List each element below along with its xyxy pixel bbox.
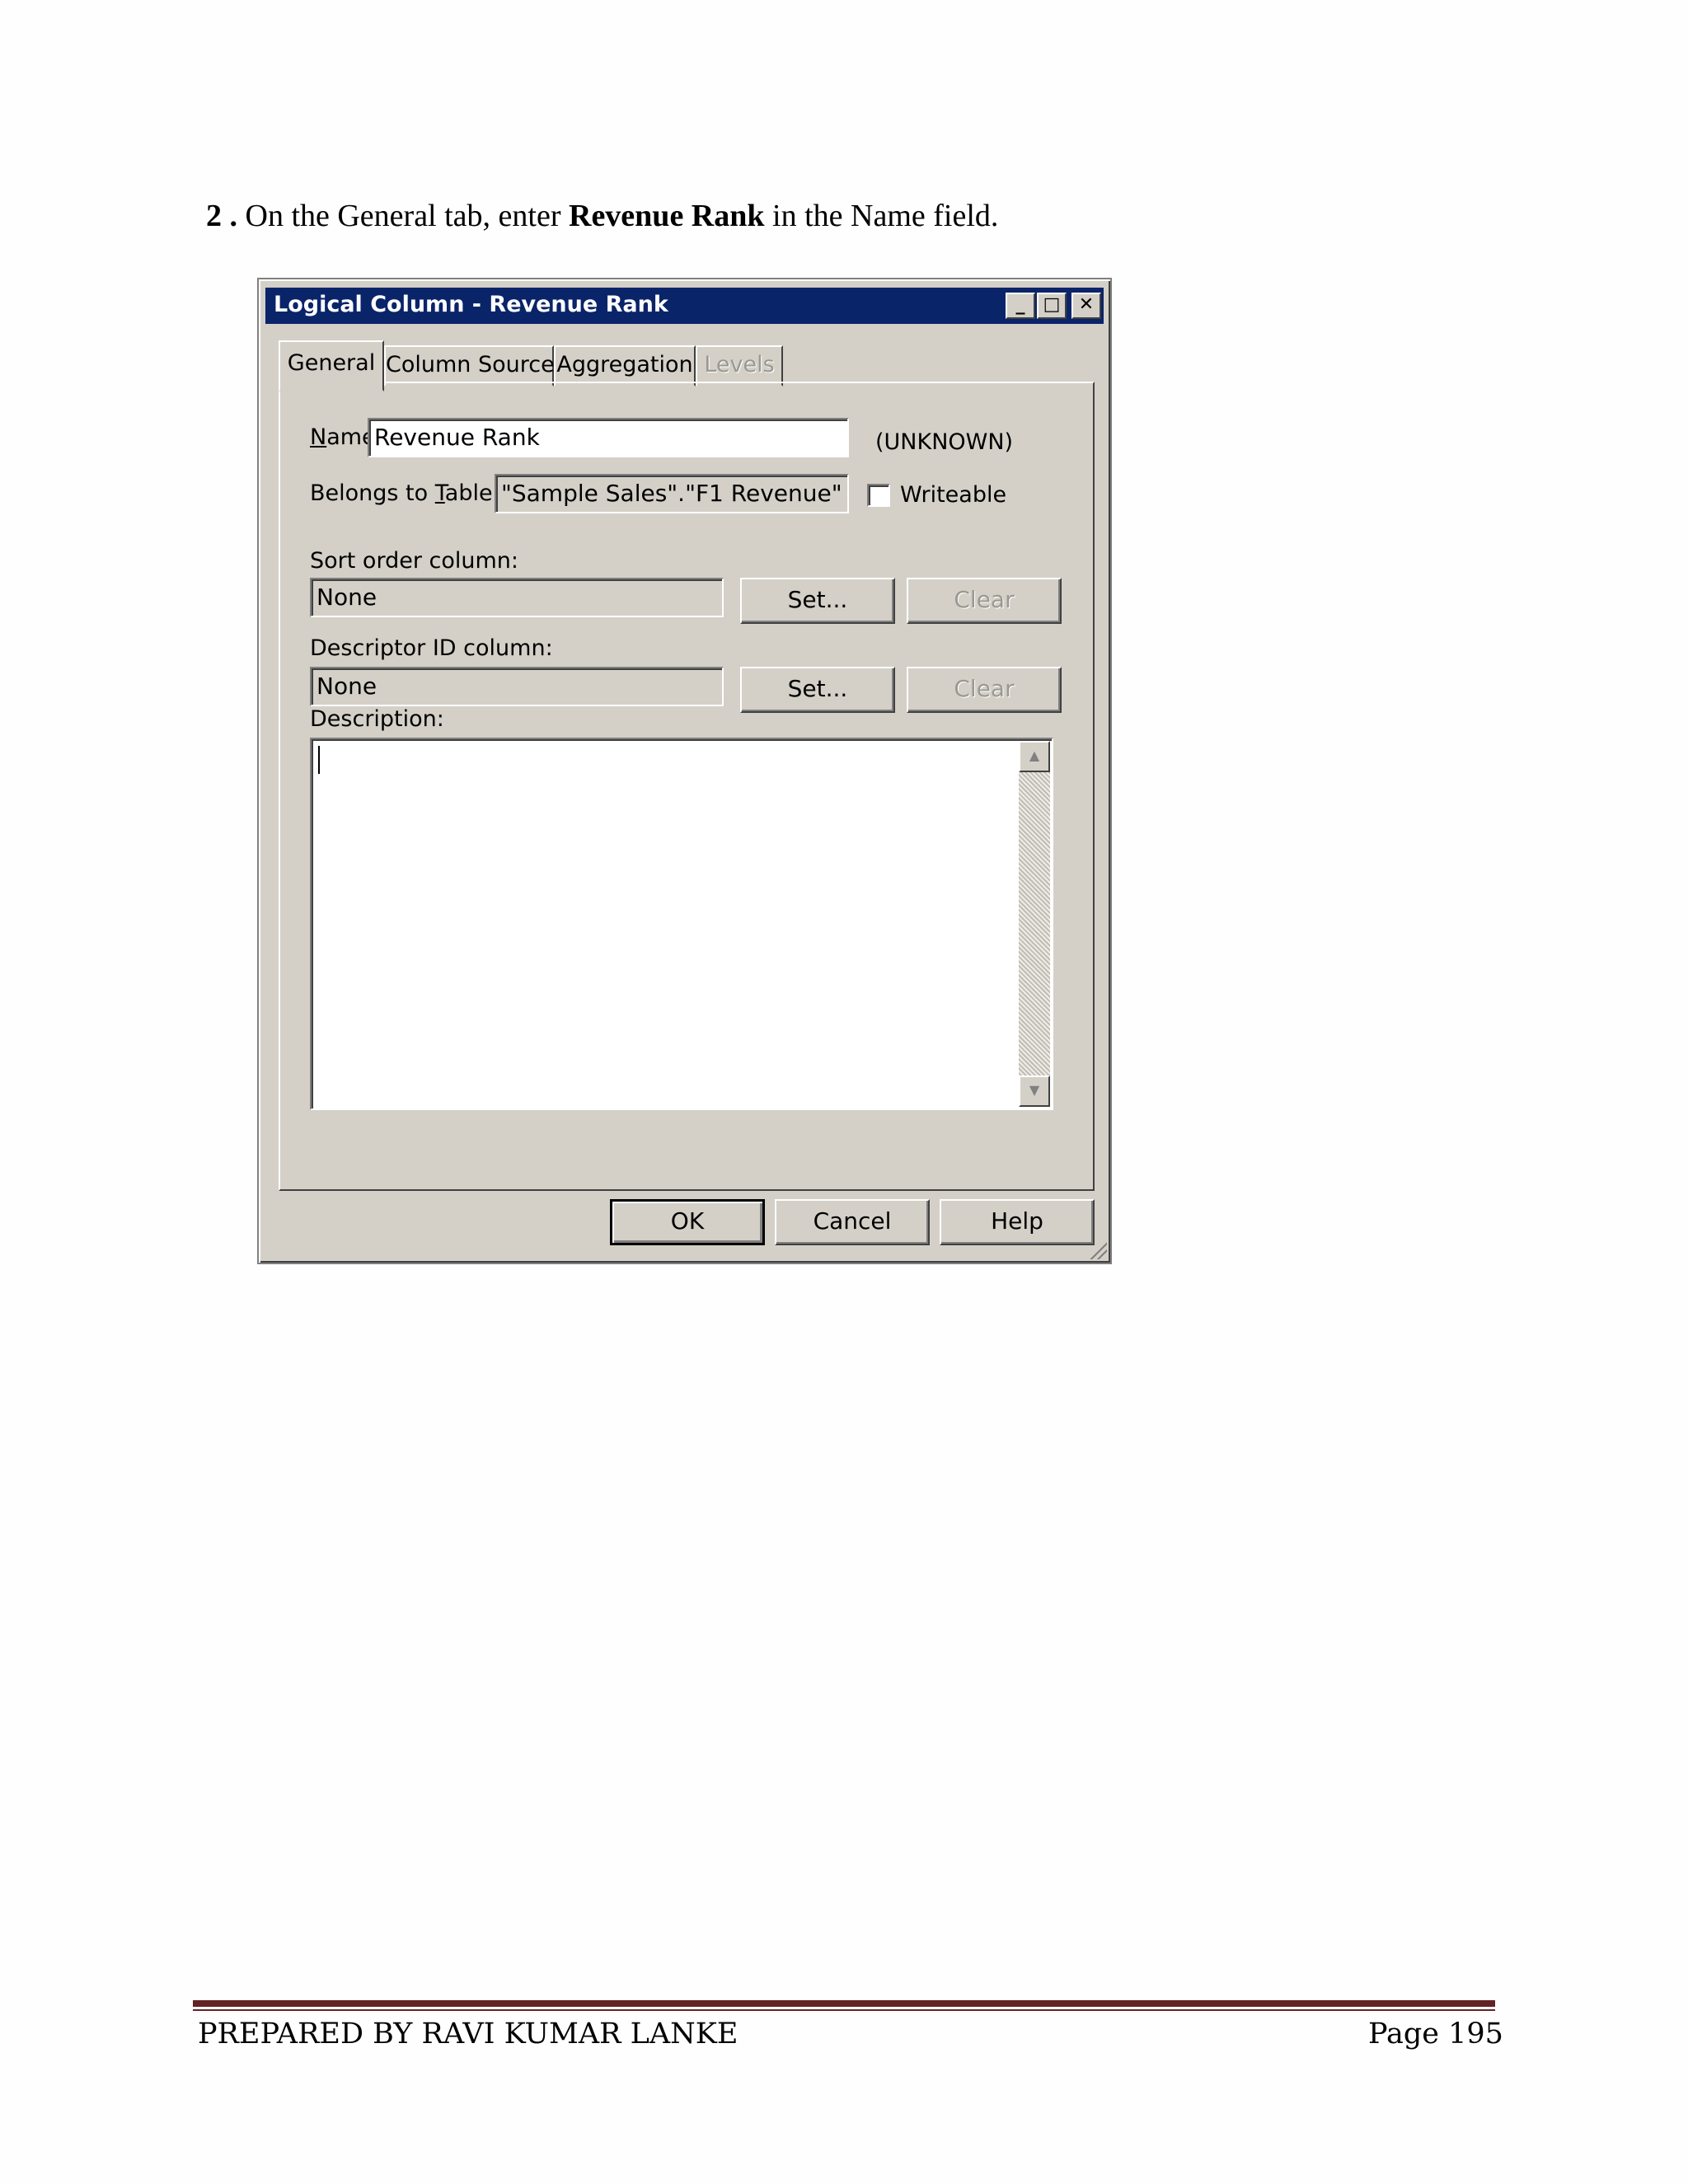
resize-grip-icon[interactable]: [1085, 1238, 1107, 1259]
footer-rule: [193, 2000, 1495, 2007]
footer-page-number: Page 195: [1368, 2018, 1503, 2050]
writeable-label[interactable]: Writeable: [900, 482, 1006, 508]
description-label: Description:: [310, 706, 444, 732]
sort-clear-button: Clear: [907, 578, 1062, 624]
tab-levels: Levels: [696, 345, 783, 387]
descriptor-clear-button: Clear: [907, 667, 1062, 713]
instruction-text: 2 . On the General tab, enter Revenue Ra…: [206, 198, 998, 234]
close-button[interactable]: ✕: [1071, 293, 1101, 319]
tab-aggregation[interactable]: Aggregation: [554, 345, 696, 387]
minimize-icon: _: [1015, 294, 1025, 315]
name-input[interactable]: Revenue Rank: [368, 418, 849, 457]
descriptor-id-column-field: None: [310, 667, 724, 706]
cancel-button[interactable]: Cancel: [775, 1199, 930, 1245]
maximize-button[interactable]: □: [1037, 293, 1067, 319]
minimize-button[interactable]: _: [1006, 293, 1035, 319]
description-textarea[interactable]: ▲ ▼: [310, 738, 1053, 1110]
sort-order-column-label: Sort order column:: [310, 548, 518, 574]
ok-button[interactable]: OK: [610, 1199, 765, 1245]
dialog-titlebar[interactable]: Logical Column - Revenue Rank _ □ ✕: [265, 288, 1104, 324]
writeable-checkbox[interactable]: [867, 484, 890, 507]
footer-rule-thin: [193, 2009, 1495, 2011]
belongs-to-table-field: "Sample Sales"."F1 Revenue": [495, 474, 849, 513]
close-icon: ✕: [1078, 294, 1095, 315]
tab-general[interactable]: General: [279, 340, 384, 391]
general-tab-panel: Name: Revenue Rank (UNKNOWN) Belongs to …: [279, 382, 1095, 1191]
instruction-bold: Revenue Rank: [569, 199, 765, 233]
step-number: 2 .: [206, 199, 237, 233]
sort-order-column-field: None: [310, 578, 724, 617]
logical-column-dialog: Logical Column - Revenue Rank _ □ ✕ Gene…: [257, 278, 1112, 1264]
dialog-title: Logical Column - Revenue Rank: [274, 292, 668, 317]
belongs-to-table-label: Belongs to Table:: [310, 480, 500, 506]
sort-set-button[interactable]: Set...: [740, 578, 895, 624]
instruction-post: in the Name field.: [772, 199, 999, 233]
maximize-icon: □: [1043, 294, 1061, 315]
footer-prepared-by: PREPARED BY RAVI KUMAR LANKE: [198, 2018, 738, 2050]
scroll-up-arrow-icon[interactable]: ▲: [1019, 741, 1050, 772]
help-button[interactable]: Help: [940, 1199, 1095, 1245]
descriptor-id-column-label: Descriptor ID column:: [310, 635, 553, 661]
scroll-down-arrow-icon[interactable]: ▼: [1019, 1076, 1050, 1107]
description-scrollbar[interactable]: ▲ ▼: [1019, 741, 1050, 1107]
tab-column-source[interactable]: Column Source: [384, 345, 555, 387]
instruction-pre: On the General tab, enter: [245, 199, 561, 233]
type-label: (UNKNOWN): [875, 429, 1014, 455]
text-caret: [318, 746, 320, 774]
descriptor-set-button[interactable]: Set...: [740, 667, 895, 713]
